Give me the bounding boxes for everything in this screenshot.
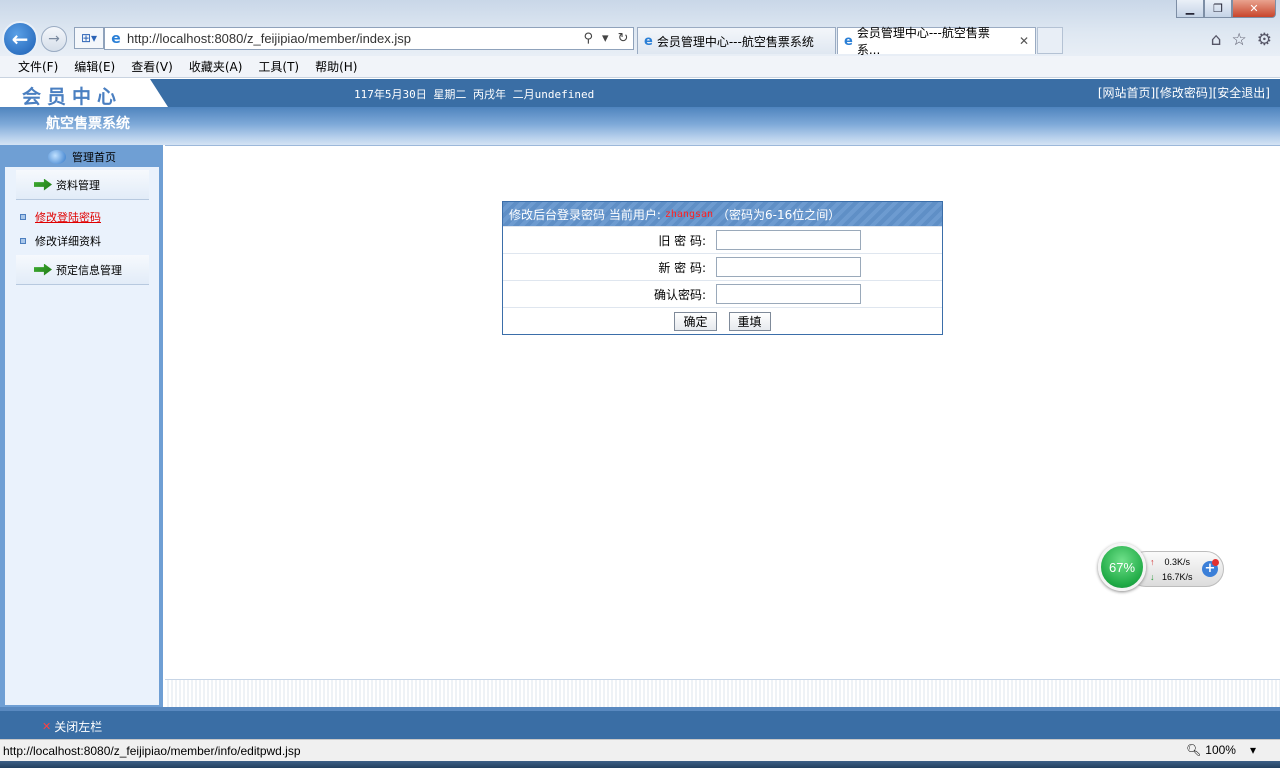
forward-button[interactable]: → xyxy=(41,26,67,52)
sidebar-group-booking[interactable]: 预定信息管理 xyxy=(16,255,149,285)
menu-file[interactable]: 文件(F) xyxy=(18,58,58,75)
sidebar-group-label: 资料管理 xyxy=(56,178,100,192)
site-header: 会员中心 117年5月30日 星期二 丙戌年 二月undefined [网站首页… xyxy=(0,79,1280,107)
sidebar-item-change-password[interactable]: 修改登陆密码 xyxy=(20,209,101,225)
submit-button[interactable]: 确定 xyxy=(674,311,717,331)
home-icon[interactable]: ⌂ xyxy=(1211,30,1222,50)
confirm-password-row: 确认密码: xyxy=(503,280,942,307)
ie-icon: e xyxy=(111,30,121,47)
sidebar-group-label: 预定信息管理 xyxy=(56,263,122,277)
bullet-icon xyxy=(20,238,26,244)
system-banner: 航空售票系统 xyxy=(0,107,1280,145)
sidebar: 管理首页 资料管理 修改登陆密码 修改详细资料 预定信息管理 xyxy=(0,145,163,707)
reset-button[interactable]: 重填 xyxy=(728,311,771,331)
new-password-row: 新 密 码: xyxy=(503,253,942,280)
dropdown-icon[interactable]: ▾ xyxy=(602,31,609,46)
close-sidebar-button[interactable]: ✕ 关闭左栏 xyxy=(42,718,102,735)
chevron-down-icon: ▾ xyxy=(1239,743,1256,757)
main-content: 修改后台登录密码 当前用户: zhangsan （密码为6-16位之间） 旧 密… xyxy=(165,145,1280,679)
back-button[interactable]: ← xyxy=(2,21,38,57)
date-display: 117年5月30日 星期二 丙戌年 二月undefined xyxy=(354,88,595,101)
green-arrow-icon xyxy=(34,263,52,276)
speed-readout: ↑ 0.3K/s ↓ 16.7K/s xyxy=(1150,555,1193,585)
new-tab-button[interactable] xyxy=(1037,27,1063,54)
tab-label: 会员管理中心---航空售票系统 xyxy=(656,34,814,49)
tab-label: 会员管理中心---航空售票系... xyxy=(856,26,990,57)
top-links: [网站首页] [修改密码] [安全退出] xyxy=(1098,84,1270,101)
page-footer: ✕ 关闭左栏 xyxy=(0,707,1280,739)
notification-dot-icon xyxy=(1212,559,1219,566)
new-password-label: 新 密 码: xyxy=(658,260,706,275)
zoom-control[interactable]: 🔍︎ 100% ▾ xyxy=(1186,743,1256,757)
sidebar-item-edit-profile[interactable]: 修改详细资料 xyxy=(20,233,101,249)
sidebar-home-label: 管理首页 xyxy=(72,151,116,164)
sidebar-home[interactable]: 管理首页 xyxy=(48,149,116,165)
menu-help[interactable]: 帮助(H) xyxy=(315,58,357,75)
password-hint: （密码为6-16位之间） xyxy=(717,207,841,222)
old-password-row: 旧 密 码: xyxy=(503,226,942,253)
sidebar-item-label: 修改详细资料 xyxy=(35,235,101,248)
form-header: 修改后台登录密码 当前用户: zhangsan （密码为6-16位之间） xyxy=(503,202,942,226)
close-icon: ✕ xyxy=(42,720,52,733)
search-icon[interactable]: ⚲ xyxy=(584,31,594,46)
change-password-link[interactable]: [修改密码] xyxy=(1155,84,1212,101)
form-title: 修改后台登录密码 当前用户: xyxy=(509,207,661,222)
tab-member-center-2[interactable]: e 会员管理中心---航空售票系... ✕ xyxy=(837,26,1036,57)
sidebar-group-profile[interactable]: 资料管理 xyxy=(16,170,149,200)
menu-tools[interactable]: 工具(T) xyxy=(258,58,299,75)
logo-area: 会员中心 xyxy=(0,79,168,107)
old-password-label: 旧 密 码: xyxy=(658,233,706,248)
refresh-icon[interactable]: ↻ xyxy=(618,31,629,46)
download-speed: 16.7K/s xyxy=(1162,572,1193,582)
browser-titlebar: ▁ ❐ ✕ ← → ⊞▾ e http://localhost:8080/z_f… xyxy=(0,0,1280,57)
upload-speed: 0.3K/s xyxy=(1164,557,1191,567)
logout-link[interactable]: [安全退出] xyxy=(1213,84,1270,101)
form-buttons: 确定 重填 xyxy=(503,307,942,334)
browser-menubar: 文件(F) 编辑(E) 查看(V) 收藏夹(A) 工具(T) 帮助(H) xyxy=(0,56,1280,78)
ie-icon: e xyxy=(844,33,853,49)
confirm-password-input[interactable] xyxy=(716,284,861,304)
favorites-star-icon[interactable]: ☆ xyxy=(1232,30,1247,50)
member-center-logo: 会员中心 xyxy=(22,86,123,108)
address-url[interactable]: http://localhost:8080/z_feijipiao/member… xyxy=(127,31,579,46)
globe-icon xyxy=(48,150,66,164)
compat-view-button[interactable]: ⊞▾ xyxy=(74,27,104,49)
new-password-input[interactable] xyxy=(716,257,861,277)
menu-favorites[interactable]: 收藏夹(A) xyxy=(189,58,243,75)
web-page: 会员中心 117年5月30日 星期二 丙戌年 二月undefined [网站首页… xyxy=(0,79,1280,739)
green-arrow-icon xyxy=(34,178,52,191)
network-speed-widget[interactable]: 67% ↑ 0.3K/s ↓ 16.7K/s + xyxy=(1098,543,1226,591)
menu-view[interactable]: 查看(V) xyxy=(131,58,173,75)
browser-statusbar: http://localhost:8080/z_feijipiao/member… xyxy=(0,739,1280,761)
tab-close-icon[interactable]: ✕ xyxy=(1019,34,1029,48)
current-user: zhangsan xyxy=(664,208,714,220)
tab-member-center-1[interactable]: e 会员管理中心---航空售票系统 xyxy=(637,27,836,54)
sidebar-item-label: 修改登陆密码 xyxy=(35,211,101,224)
download-arrow-icon: ↓ xyxy=(1150,572,1155,582)
status-url: http://localhost:8080/z_feijipiao/member… xyxy=(3,743,301,758)
close-sidebar-label: 关闭左栏 xyxy=(54,720,103,734)
minimize-icon[interactable]: ▁ xyxy=(1176,0,1204,18)
gear-icon[interactable]: ⚙ xyxy=(1257,30,1272,50)
change-password-form: 修改后台登录密码 当前用户: zhangsan （密码为6-16位之间） 旧 密… xyxy=(502,201,943,335)
content-bottom-strip xyxy=(165,679,1280,707)
confirm-password-label: 确认密码: xyxy=(653,287,706,302)
os-taskbar xyxy=(0,761,1280,768)
bullet-icon xyxy=(20,214,26,220)
ie-icon: e xyxy=(644,33,653,49)
site-home-link[interactable]: [网站首页] xyxy=(1098,84,1155,101)
close-window-icon[interactable]: ✕ xyxy=(1232,0,1276,18)
old-password-input[interactable] xyxy=(716,230,861,250)
upload-arrow-icon: ↑ xyxy=(1150,557,1155,567)
zoom-icon: 🔍︎ xyxy=(1186,743,1202,757)
usage-gauge[interactable]: 67% xyxy=(1098,543,1146,591)
window-controls: ▁ ❐ ✕ xyxy=(1176,0,1276,18)
zoom-level: 100% xyxy=(1205,743,1236,757)
system-title: 航空售票系统 xyxy=(46,116,130,132)
address-bar[interactable]: e http://localhost:8080/z_feijipiao/memb… xyxy=(104,27,634,50)
maximize-icon[interactable]: ❐ xyxy=(1204,0,1232,18)
menu-edit[interactable]: 编辑(E) xyxy=(74,58,115,75)
